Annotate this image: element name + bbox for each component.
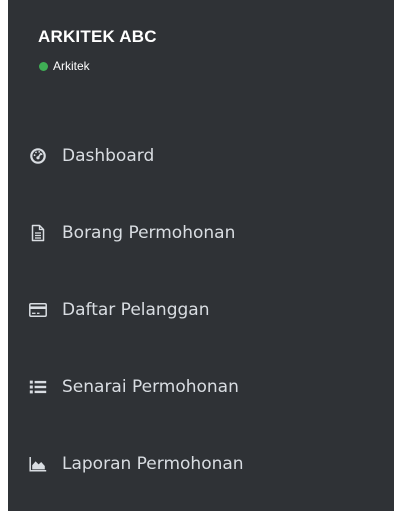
- credit-card-icon: [29, 301, 47, 319]
- online-status-dot: [39, 61, 48, 71]
- user-role: Arkitek: [53, 59, 90, 73]
- sidebar-item-label: Laporan Permohonan: [62, 453, 244, 474]
- user-panel: ARKITEK ABC Arkitek: [38, 27, 157, 73]
- area-chart-icon: [29, 455, 47, 473]
- user-status: Arkitek: [38, 59, 157, 73]
- sidebar-item-label: Daftar Pelanggan: [62, 299, 210, 320]
- file-icon: [29, 224, 47, 242]
- sidebar-item-label: Dashboard: [62, 145, 155, 166]
- sidebar: ARKITEK ABC Arkitek Dashboard Borang Per…: [8, 0, 394, 511]
- sidebar-item-dashboard[interactable]: Dashboard: [8, 117, 394, 194]
- sidebar-item-borang-permohonan[interactable]: Borang Permohonan: [8, 194, 394, 271]
- sidebar-item-daftar-pelanggan[interactable]: Daftar Pelanggan: [8, 271, 394, 348]
- dashboard-icon: [29, 147, 47, 165]
- sidebar-item-senarai-permohonan[interactable]: Senarai Permohonan: [8, 348, 394, 425]
- sidebar-item-laporan-permohonan[interactable]: Laporan Permohonan: [8, 425, 394, 502]
- sidebar-item-label: Borang Permohonan: [62, 222, 236, 243]
- sidebar-menu: Dashboard Borang Permohonan Daftar Pelan…: [8, 117, 394, 502]
- list-icon: [29, 378, 47, 396]
- sidebar-item-label: Senarai Permohonan: [62, 376, 239, 397]
- user-name: ARKITEK ABC: [38, 27, 157, 46]
